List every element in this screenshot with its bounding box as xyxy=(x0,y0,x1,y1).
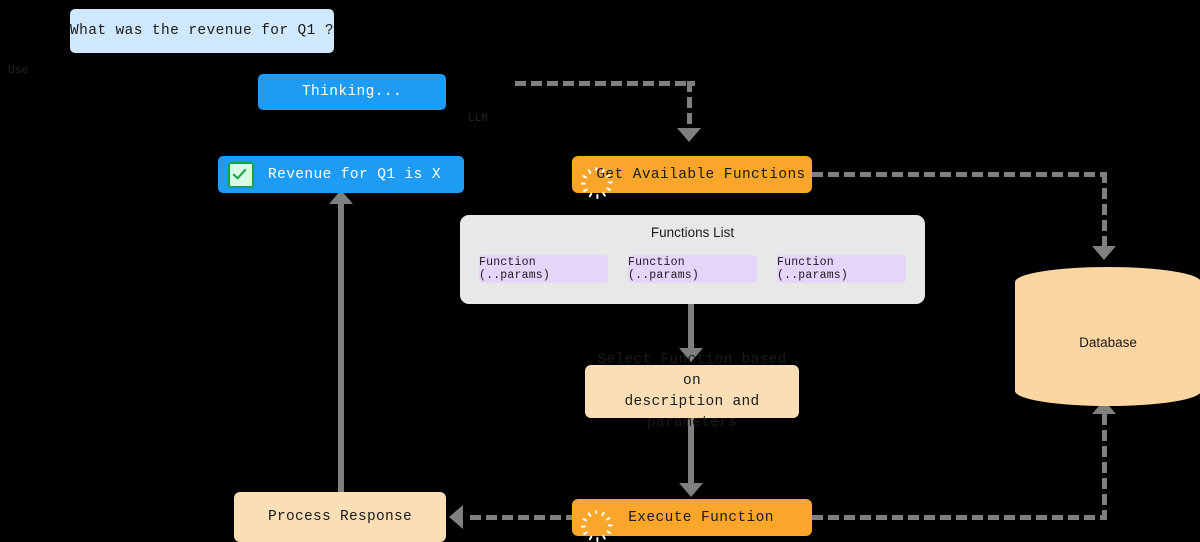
functions-list-panel: Functions List Function (..params) Funct… xyxy=(460,215,925,304)
arrowhead-into-process-response xyxy=(449,505,463,529)
function-chip-label: Function (..params) xyxy=(628,256,700,282)
get-available-functions-node[interactable]: Get Available Functions xyxy=(572,156,812,199)
spinner-icon xyxy=(580,166,613,199)
function-chip-label: Function (..params) xyxy=(777,256,849,282)
edge-execute-function-to-database-vertical xyxy=(1102,414,1107,517)
function-chip-label: Function (..params) xyxy=(479,256,551,282)
database-cylinder-top xyxy=(1015,267,1200,297)
arrowhead-into-execute-function xyxy=(679,483,703,497)
user-question-text: What was the revenue for Q1 ? xyxy=(70,23,334,39)
assistant-answer-bubble: Revenue for Q1 is X xyxy=(218,156,464,193)
execute-function-label: Execute Function xyxy=(628,509,774,526)
function-chip[interactable]: Function (..params) xyxy=(628,255,757,283)
database-label: Database xyxy=(1079,335,1137,350)
functions-list-items: Function (..params) Function (..params) … xyxy=(479,255,906,283)
process-response-node[interactable]: Process Response xyxy=(234,492,446,542)
edge-process-response-to-answer xyxy=(338,200,344,496)
diagram-canvas: Use LLM What was the revenue for Q1 ? Th… xyxy=(0,0,1200,542)
spinner-icon xyxy=(580,509,613,542)
user-question-bubble: What was the revenue for Q1 ? xyxy=(70,9,334,53)
edge-get-functions-to-database-horizontal xyxy=(812,172,1107,177)
function-chip[interactable]: Function (..params) xyxy=(479,255,608,283)
faint-mark-left: Use xyxy=(8,65,28,77)
database-cylinder-bottom xyxy=(1015,376,1200,406)
arrowhead-into-database-top xyxy=(1092,246,1116,260)
edge-functions-list-to-select-function xyxy=(688,304,694,350)
get-available-functions-label: Get Available Functions xyxy=(596,166,806,183)
select-function-node[interactable]: Select Function based on description and… xyxy=(585,352,799,431)
database-cylinder[interactable]: Database xyxy=(1015,267,1200,406)
thinking-text: Thinking... xyxy=(301,84,403,100)
arrowhead-into-get-functions xyxy=(677,128,701,142)
select-function-label: Select Function based on description and… xyxy=(597,351,787,431)
faint-mark-center: LLM xyxy=(468,113,488,125)
edge-llm-to-get-functions-horizontal xyxy=(515,81,695,86)
function-chip[interactable]: Function (..params) xyxy=(777,255,906,283)
edge-llm-to-get-functions-vertical xyxy=(687,81,692,129)
edge-execute-function-to-database-horizontal xyxy=(812,515,1107,520)
process-response-label: Process Response xyxy=(267,508,413,525)
assistant-answer-text: Revenue for Q1 is X xyxy=(268,166,441,183)
execute-function-node[interactable]: Execute Function xyxy=(572,499,812,542)
thinking-status-bubble: Thinking... xyxy=(258,74,446,110)
edge-execute-function-to-process-response xyxy=(470,515,576,520)
check-mark-icon xyxy=(228,161,254,188)
edge-get-functions-to-database-vertical xyxy=(1102,172,1107,248)
functions-list-title: Functions List xyxy=(650,225,735,240)
